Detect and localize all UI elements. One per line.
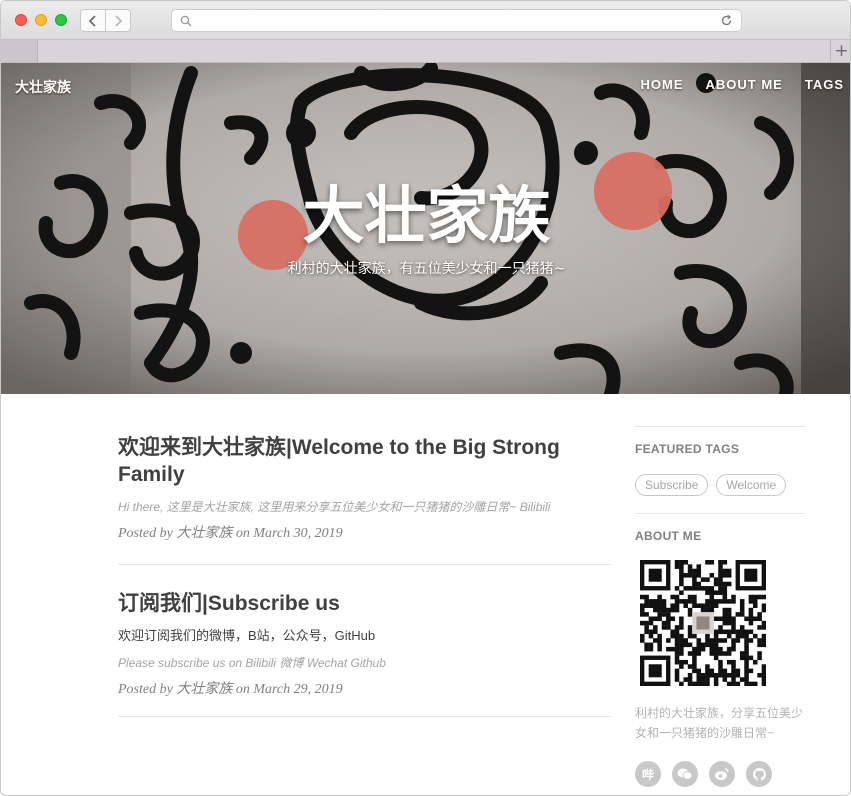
minimize-window-button[interactable] [35,14,47,26]
wechat-qr-code [640,560,767,687]
tag-welcome[interactable]: Welcome [716,474,787,496]
site-brand[interactable]: 大壮家族 [15,77,71,97]
new-tab-button[interactable]: + [830,40,850,62]
browser-titlebar [1,1,850,40]
post-excerpt: 欢迎订阅我们的微博，B站，公众号，GitHub [118,628,376,643]
post-title-link[interactable]: 欢迎来到大壮家族|Welcome to the Big Strong Famil… [118,434,611,488]
post-preview: 欢迎来到大壮家族|Welcome to the Big Strong Famil… [118,394,611,565]
qr-code-image [640,560,767,687]
tab-strip: + [1,40,850,63]
zoom-window-button[interactable] [55,14,67,26]
main-nav: HOME ABOUT ME TAGS [641,77,851,92]
post-subtitle: Hi there, 这里是大壮家族, 这里用来分享五位美少女和一只猪猪的沙雕日常… [118,500,551,514]
reload-icon[interactable] [720,14,733,27]
forward-button[interactable] [105,9,131,32]
hero-subtitle: 利村的大壮家族，有五位美少女和一只猪猪~ [287,261,566,277]
chevron-left-icon [88,14,96,27]
post-meta: Posted by 大壮家族 on March 30, 2019 [118,526,343,541]
tab-overview-button[interactable] [1,40,38,62]
nav-home[interactable]: HOME [641,77,684,92]
bilibili-icon[interactable]: 哔 [635,761,661,787]
plus-icon: + [834,41,849,61]
post-meta: Posted by 大壮家族 on March 29, 2019 [118,682,343,697]
hero-header: 大壮家族 HOME ABOUT ME TAGS 大壮家族 利村的大壮家族，有五位… [1,63,851,394]
post-subtitle: Please subscribe us on Bilibili 微博 Wecha… [118,656,386,670]
featured-tags-section: FEATURED TAGS Subscribe Welcome [635,426,805,513]
about-me-heading: ABOUT ME [635,529,702,543]
sidebar: FEATURED TAGS Subscribe Welcome ABOUT ME… [635,394,805,787]
featured-tags-heading: FEATURED TAGS [635,442,740,456]
nav-tags[interactable]: TAGS [805,77,844,92]
wechat-icon[interactable] [672,761,698,787]
weibo-icon[interactable] [709,761,735,787]
social-links: 哔 [635,761,805,787]
close-window-button[interactable] [15,14,27,26]
post-title-link[interactable]: 订阅我们|Subscribe us [118,590,611,617]
tag-list: Subscribe Welcome [635,474,805,496]
post-list: 欢迎来到大壮家族|Welcome to the Big Strong Famil… [118,394,611,717]
back-button[interactable] [80,9,106,32]
github-icon[interactable] [746,761,772,787]
tag-subscribe[interactable]: Subscribe [635,474,709,496]
about-me-section: ABOUT ME 利村的大壮家族，分享五位美少女和一只猪猪的沙雕日常~ 哔 [635,513,805,787]
chevron-right-icon [115,14,123,27]
nav-about-me[interactable]: ABOUT ME [706,77,783,92]
browser-window: + 大壮家族 HOME ABOUT ME TAGS 大壮家族 利村的大壮家族，有… [0,0,851,796]
post-preview: 订阅我们|Subscribe us 欢迎订阅我们的微博，B站，公众号，GitHu… [118,565,611,717]
about-me-text: 利村的大壮家族，分享五位美少女和一只猪猪的沙雕日常~ [635,706,804,740]
address-bar[interactable] [171,9,742,32]
hero-title: 大壮家族 [302,179,551,252]
search-icon [180,15,192,27]
